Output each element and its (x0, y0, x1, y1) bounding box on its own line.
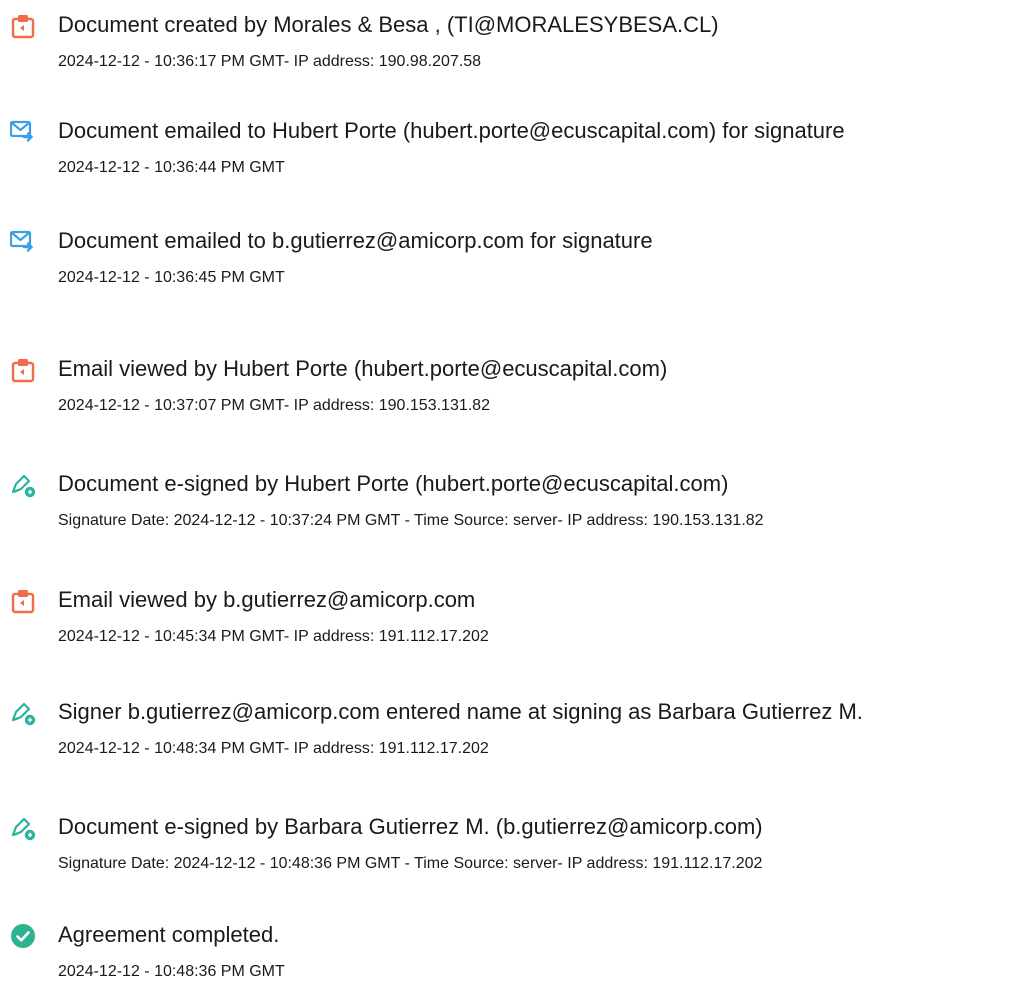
event-detail: 2024-12-12 - 10:45:34 PM GMT- IP address… (58, 628, 489, 645)
event-title: Email viewed by Hubert Porte (hubert.por… (58, 356, 668, 381)
event-detail: Signature Date: 2024-12-12 - 10:48:36 PM… (58, 855, 763, 872)
document-icon (10, 588, 36, 614)
event-title: Email viewed by b.gutierrez@amicorp.com (58, 587, 476, 612)
signature-icon (10, 700, 36, 726)
event-detail: Signature Date: 2024-12-12 - 10:37:24 PM… (58, 512, 764, 529)
document-icon (10, 357, 36, 383)
email-icon (10, 228, 36, 254)
signature-icon (10, 472, 36, 498)
document-icon (10, 13, 36, 39)
event-title: Signer b.gutierrez@amicorp.com entered n… (58, 699, 863, 724)
event-detail: 2024-12-12 - 10:37:07 PM GMT- IP address… (58, 397, 490, 414)
checkmark-icon (10, 923, 36, 949)
email-icon (10, 118, 36, 144)
event-title: Document emailed to Hubert Porte (hubert… (58, 118, 845, 143)
event-title: Document e-signed by Barbara Gutierrez M… (58, 814, 763, 839)
event-title: Document created by Morales & Besa , (TI… (58, 12, 719, 37)
event-detail: 2024-12-12 - 10:48:36 PM GMT (58, 963, 285, 980)
event-title: Agreement completed. (58, 922, 280, 947)
event-detail: 2024-12-12 - 10:48:34 PM GMT- IP address… (58, 740, 489, 757)
event-detail: 2024-12-12 - 10:36:45 PM GMT (58, 269, 285, 286)
event-title: Document e-signed by Hubert Porte (huber… (58, 471, 729, 496)
signature-icon (10, 815, 36, 841)
event-detail: 2024-12-12 - 10:36:44 PM GMT (58, 159, 285, 176)
event-title: Document emailed to b.gutierrez@amicorp.… (58, 228, 653, 253)
event-detail: 2024-12-12 - 10:36:17 PM GMT- IP address… (58, 53, 482, 70)
